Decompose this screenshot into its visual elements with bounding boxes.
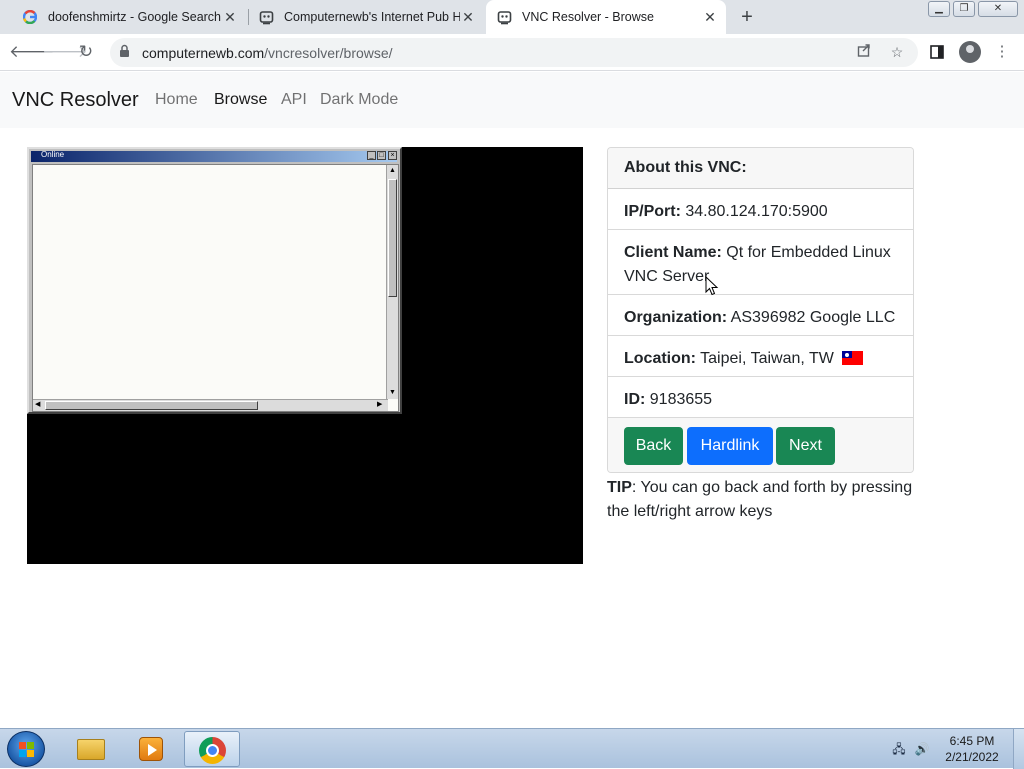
show-desktop-button[interactable] xyxy=(1013,729,1024,769)
chrome-icon xyxy=(199,737,226,764)
tab-strip: doofenshmirtz - Google Search ✕ Computer… xyxy=(0,0,1024,34)
card-footer: Back Hardlink Next xyxy=(608,418,913,472)
clock-time: 6:45 PM xyxy=(949,734,995,748)
address-bar[interactable]: computernewb.com/vncresolver/browse/ ☆ xyxy=(110,38,918,67)
network-icon[interactable]: 🖧 xyxy=(891,742,907,756)
windows-explorer-icon xyxy=(77,739,105,760)
lock-icon[interactable] xyxy=(119,44,133,60)
back-arrow-icon[interactable]: 🡐 xyxy=(9,40,55,64)
close-tab-icon[interactable]: ✕ xyxy=(460,9,476,25)
location-value: Taipei, Taiwan, TW xyxy=(700,350,834,367)
location-label: Location: xyxy=(624,350,696,367)
tab-title: doofenshmirtz - Google Search xyxy=(48,10,222,24)
bookmark-star-icon[interactable]: ☆ xyxy=(888,43,906,61)
windows-explorer-taskbar-button[interactable] xyxy=(61,731,117,767)
media-player-taskbar-button[interactable] xyxy=(121,731,177,767)
media-player-icon xyxy=(139,737,163,761)
nav-home[interactable]: Home xyxy=(155,91,198,109)
mouse-cursor-icon xyxy=(705,276,719,296)
client-name-value-line2: VNC Server xyxy=(624,268,710,285)
close-tab-icon[interactable]: ✕ xyxy=(222,9,238,25)
profile-avatar-icon[interactable] xyxy=(959,41,981,63)
organization-label: Organization: xyxy=(624,309,728,326)
menu-kebab-icon[interactable]: ⋮ xyxy=(990,40,1014,64)
remote-window-content: ▲ ▼ ◀ ▶ xyxy=(32,164,399,412)
clock-date: 2/21/2022 xyxy=(945,750,999,764)
client-name-value-line1: Qt for Embedded Linux xyxy=(726,244,891,261)
client-name-row: Client Name: Qt for Embedded Linux VNC S… xyxy=(608,230,913,295)
tip-label: TIP xyxy=(607,479,632,496)
computernewb-icon xyxy=(258,9,274,25)
url-text[interactable]: computernewb.com/vncresolver/browse/ xyxy=(142,45,393,61)
volume-icon[interactable]: 🔊 xyxy=(914,742,930,756)
nav-api[interactable]: API xyxy=(281,91,307,109)
scroll-right-arrow-icon: ▶ xyxy=(377,401,383,408)
nav-dark-mode[interactable]: Dark Mode xyxy=(320,91,398,109)
browser-toolbar: 🡐 🡒 ↻ computernewb.com/vncresolver/brows… xyxy=(0,34,1024,71)
nav-browse[interactable]: Browse xyxy=(214,91,267,109)
client-name-label: Client Name: xyxy=(624,244,722,261)
tab-title: Computernewb's Internet Pub Hu xyxy=(284,10,460,24)
share-icon[interactable] xyxy=(855,43,873,61)
id-row: ID: 9183655 xyxy=(608,377,913,418)
ip-port-row: IP/Port: 34.80.124.170:5900 xyxy=(608,189,913,230)
remote-horizontal-scrollbar: ◀ ▶ xyxy=(33,399,388,411)
id-value: 9183655 xyxy=(649,391,713,408)
tab-computernewb-pub[interactable]: Computernewb's Internet Pub Hu ✕ xyxy=(250,0,484,34)
tab-title: VNC Resolver - Browse xyxy=(522,10,654,24)
taiwan-flag-icon xyxy=(842,351,864,365)
windows-logo-icon xyxy=(19,742,35,758)
ip-port-label: IP/Port: xyxy=(624,203,681,220)
computernewb-icon xyxy=(496,9,512,25)
google-icon xyxy=(22,9,38,25)
restore-icon[interactable]: ❐ xyxy=(953,1,975,17)
back-button[interactable]: Back xyxy=(624,427,683,465)
tab-vnc-resolver[interactable]: VNC Resolver - Browse ✕ xyxy=(486,0,726,34)
reload-icon[interactable]: ↻ xyxy=(74,40,98,64)
close-window-icon[interactable]: ✕ xyxy=(978,1,1018,17)
remote-window-title: Online xyxy=(41,150,65,159)
scroll-up-arrow-icon: ▲ xyxy=(389,167,396,174)
next-button[interactable]: Next xyxy=(776,427,835,465)
taskbar-clock[interactable]: 6:45 PM 2/21/2022 xyxy=(936,733,1008,765)
ip-port-value: 34.80.124.170:5900 xyxy=(685,203,828,220)
remote-window: Online _ □ × ▲ ▼ ◀ ▶ xyxy=(27,147,402,414)
url-domain: computernewb.com xyxy=(142,45,265,61)
card-header: About this VNC: xyxy=(608,148,913,189)
side-panel-icon[interactable] xyxy=(925,40,949,64)
scroll-down-arrow-icon: ▼ xyxy=(389,389,396,396)
remote-vertical-scrollbar: ▲ ▼ xyxy=(386,165,398,399)
scroll-left-arrow-icon: ◀ xyxy=(35,401,41,408)
scroll-thumb xyxy=(388,179,397,297)
vnc-info-card: About this VNC: IP/Port: 34.80.124.170:5… xyxy=(607,147,914,473)
vnc-screenshot: Online _ □ × ▲ ▼ ◀ ▶ xyxy=(27,147,583,564)
minimize-icon[interactable]: ▁ xyxy=(928,1,950,17)
organization-value: AS396982 Google LLC xyxy=(730,309,896,326)
forward-arrow-icon[interactable]: 🡒 xyxy=(42,40,88,64)
scroll-thumb xyxy=(45,401,258,410)
url-path: /vncresolver/browse/ xyxy=(264,45,393,61)
chrome-taskbar-button[interactable] xyxy=(184,731,240,767)
location-row: Location: Taipei, Taiwan, TW xyxy=(608,336,913,377)
new-tab-icon[interactable]: + xyxy=(736,6,758,28)
close-tab-icon[interactable]: ✕ xyxy=(702,9,718,25)
windows-taskbar: 🖧 🔊 6:45 PM 2/21/2022 xyxy=(0,728,1024,769)
brand-title[interactable]: VNC Resolver xyxy=(12,89,139,112)
id-label: ID: xyxy=(624,391,646,408)
organization-row: Organization: AS396982 Google LLC xyxy=(608,295,913,336)
remote-maximize-icon: □ xyxy=(377,151,386,160)
tab-google-search[interactable]: doofenshmirtz - Google Search ✕ xyxy=(14,0,246,34)
tip-body: : You can go back and forth by pressing … xyxy=(607,479,913,520)
tip-text: TIP: You can go back and forth by pressi… xyxy=(607,476,917,524)
site-navbar: VNC Resolver Home Browse API Dark Mode xyxy=(0,72,1024,128)
remote-window-titlebar: Online xyxy=(31,150,397,162)
remote-minimize-icon: _ xyxy=(367,151,376,160)
hardlink-button[interactable]: Hardlink xyxy=(687,427,773,465)
start-button[interactable] xyxy=(7,731,45,767)
tab-separator xyxy=(248,9,249,25)
remote-close-icon: × xyxy=(388,151,397,160)
